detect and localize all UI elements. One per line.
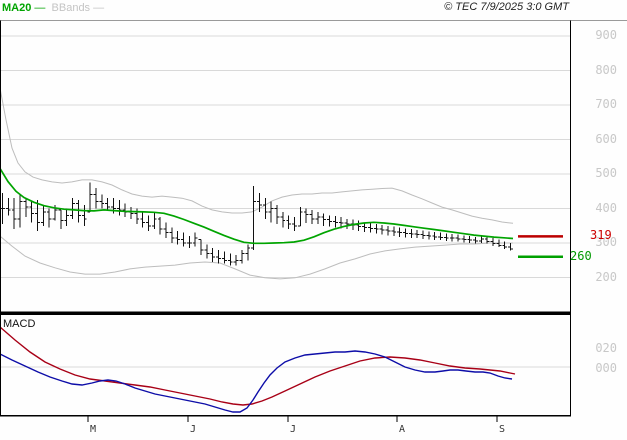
panel-separator xyxy=(0,311,571,315)
price-tick-label: 900 xyxy=(595,28,617,42)
ma20-legend-swatch: — xyxy=(31,2,46,14)
month-tick-label: J xyxy=(290,424,297,435)
price-tick-label: 200 xyxy=(595,270,617,284)
price-tick-label: 800 xyxy=(595,63,617,77)
month-tick-label: S xyxy=(499,424,506,435)
month-tick-label: J xyxy=(190,424,197,435)
candlestick-series xyxy=(0,182,513,266)
stock-chart: MA20 — BBands — © TEC 7/9/2025 3:0 GMT M… xyxy=(0,0,627,440)
resistance-level-label: 319 xyxy=(590,228,612,242)
support-level-label: 260 xyxy=(570,249,592,263)
chart-legend: MA20 — BBands — xyxy=(2,2,104,14)
month-tick-label: M xyxy=(90,424,97,435)
price-tick-label: 600 xyxy=(595,132,617,146)
price-tick-label: 400 xyxy=(595,201,617,215)
ma20-line xyxy=(0,168,514,245)
chart-canvas xyxy=(0,20,627,422)
bbands-legend-label: BBands xyxy=(51,2,91,14)
ma20-legend-label: MA20 xyxy=(2,2,32,14)
macd-panel-label: MACD xyxy=(3,318,36,330)
month-tick-label: A xyxy=(399,424,406,435)
macd-tick-label: 000 xyxy=(595,361,617,375)
bbands-legend-swatch: — xyxy=(90,2,105,14)
copyright-text: © TEC 7/9/2025 3:0 GMT xyxy=(444,1,569,13)
price-tick-label: 700 xyxy=(595,97,617,111)
macd-tick-label: 020 xyxy=(595,341,617,355)
price-tick-label: 500 xyxy=(595,166,617,180)
